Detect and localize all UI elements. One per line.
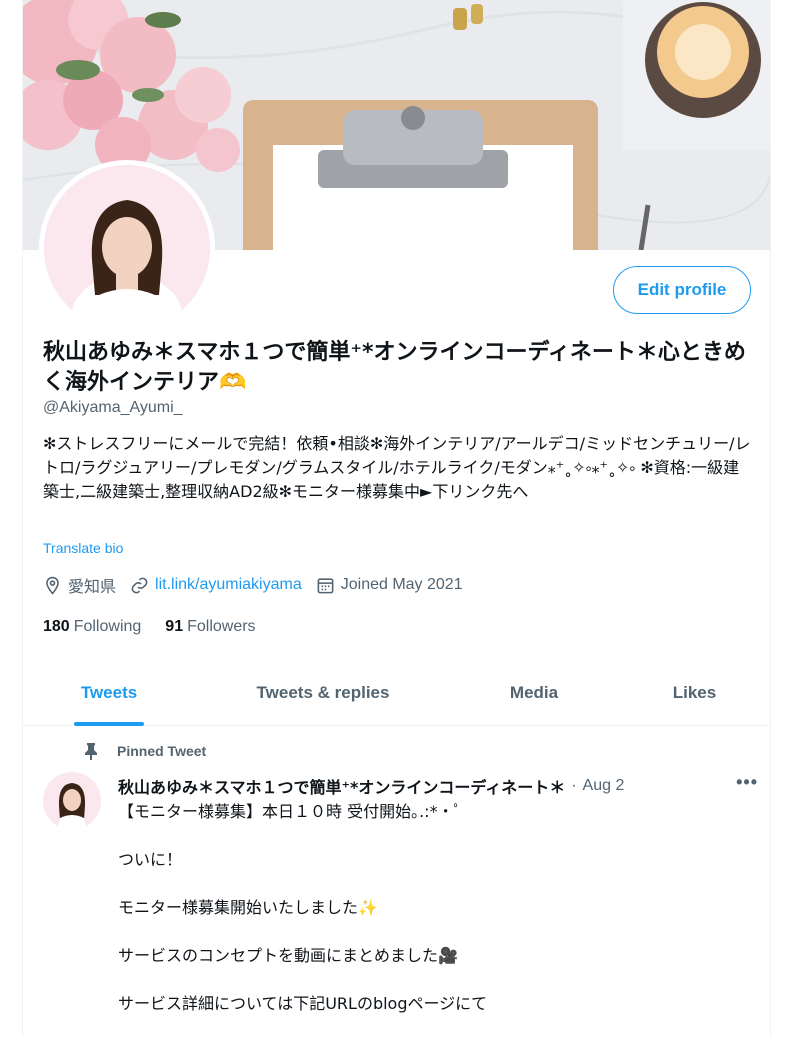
location-text: 愛知県 [68, 579, 117, 596]
profile-joined: Joined May 2021 [316, 576, 463, 595]
pin-icon [85, 743, 97, 760]
tab-tweets[interactable]: Tweets [23, 660, 195, 726]
tweet-line [118, 824, 758, 848]
tab-tweets-replies[interactable]: Tweets & replies [195, 660, 451, 726]
tweet-line: 【モニター様募集】本日１０時 受付開始｡.:*・ﾟ [118, 802, 462, 821]
pinned-indicator: Pinned Tweet [83, 742, 206, 760]
tab-media-label: Media [509, 683, 559, 702]
candle-decoration [623, 0, 770, 150]
joined-text: Joined May 2021 [340, 576, 463, 593]
location-pin-icon [46, 576, 59, 595]
pinned-label: Pinned Tweet [117, 743, 207, 759]
tweet-line: サービス詳細については下記URLのblogページにて [118, 994, 488, 1013]
more-icon[interactable]: ••• [736, 772, 758, 793]
profile-bio: ✻ストレスフリーにメールで完結！依頼•相談✻海外インテリア/アールデコ/ミッドセ… [43, 434, 751, 501]
tab-tweets-replies-label: Tweets & replies [256, 683, 390, 702]
link-icon [131, 577, 148, 593]
following-link[interactable]: 180 Following [43, 618, 141, 636]
following-count: 180 [43, 618, 70, 635]
profile-tabs: Tweets Tweets & replies Media Likes [23, 660, 770, 726]
tab-tweets-label: Tweets [80, 683, 138, 702]
followers-link[interactable]: 91 Followers [165, 618, 255, 636]
tweet-line [118, 872, 758, 896]
tweet-separator: · [571, 777, 577, 794]
tab-likes[interactable]: Likes [617, 660, 770, 726]
tweet-line: モニター様募集開始いたしました✨ [118, 898, 378, 917]
profile-avatar[interactable] [39, 160, 215, 336]
profile-display-name: 秋山あゆみ＊スマホ１つで簡単⁺*オンラインコーディネート＊心ときめく海外インテリ… [43, 340, 746, 395]
edit-profile-button[interactable]: Edit profile [613, 266, 751, 314]
tab-media[interactable]: Media [451, 660, 617, 726]
profile-meta: 愛知県 lit.link/ayumiakiyama Joined May 202… [43, 572, 477, 598]
profile-location: 愛知県 [43, 573, 116, 597]
tweet-author-avatar[interactable] [43, 772, 101, 830]
tweet-line: ついに！ [118, 850, 183, 869]
profile-handle: @Akiyama_Ayumi_ [43, 399, 183, 416]
tab-likes-label: Likes [672, 683, 717, 702]
tweet-line: サービスのコンセプトを動画にまとめました🎥 [118, 946, 458, 965]
tweet-header: 秋山あゆみ＊スマホ１つで簡単⁺*オンラインコーディネート＊ · Aug 2 ••… [118, 772, 758, 798]
follow-stats: 180 Following 91 Followers [43, 618, 280, 636]
tweet-line [118, 968, 758, 992]
translate-bio-link[interactable]: Translate bio [43, 540, 123, 556]
profile-website[interactable]: lit.link/ayumiakiyama [130, 576, 302, 595]
following-label: Following [73, 618, 142, 635]
profile-column: Edit profile 秋山あゆみ＊スマホ１つで簡単⁺*オンラインコーディネー… [22, 0, 771, 1037]
website-link[interactable]: lit.link/ayumiakiyama [155, 576, 302, 594]
calendar-icon [317, 577, 334, 593]
followers-label: Followers [187, 618, 256, 635]
clipboard-decoration [243, 100, 598, 250]
followers-count: 91 [165, 618, 184, 635]
tweet-author-name[interactable]: 秋山あゆみ＊スマホ１つで簡単⁺*オンラインコーディネート＊ [118, 774, 565, 798]
tweet-body: 【モニター様募集】本日１０時 受付開始｡.:*・ﾟ ついに！ モニター様募集開始… [118, 800, 758, 1016]
tweet-date[interactable]: Aug 2 [583, 777, 625, 795]
active-tab-indicator [74, 722, 144, 726]
tweet-line [118, 920, 758, 944]
